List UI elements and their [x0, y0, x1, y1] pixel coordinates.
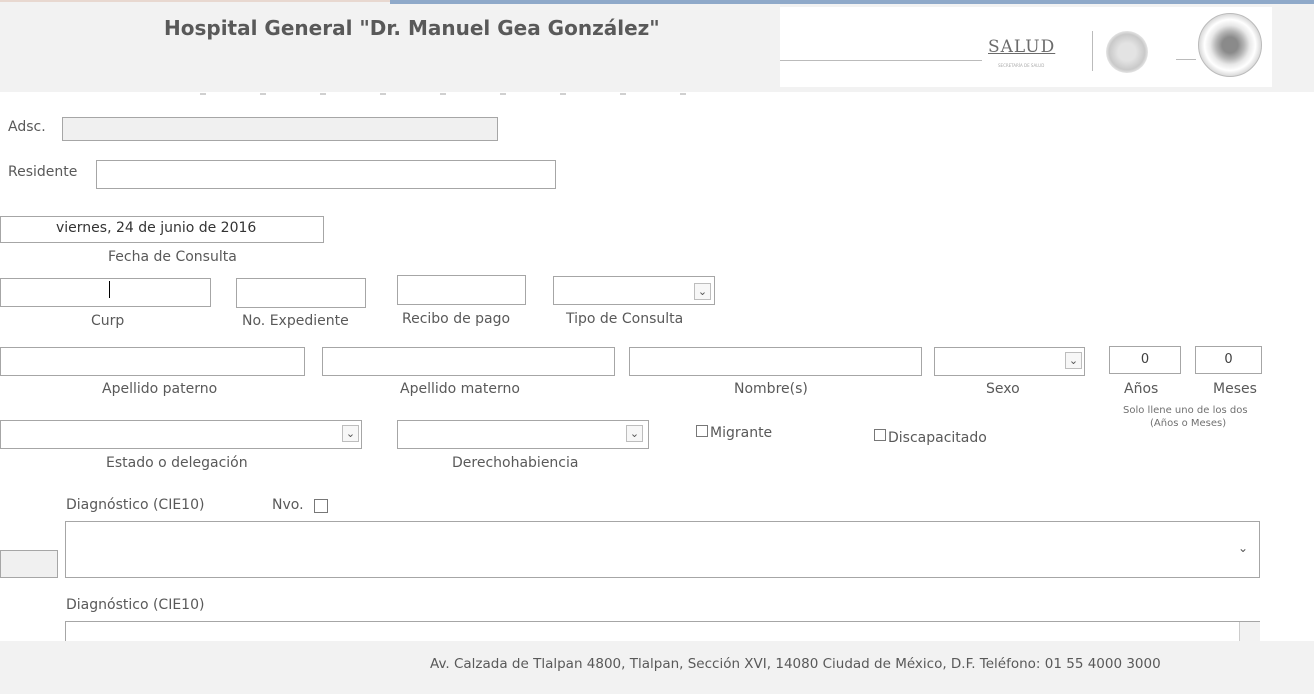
nvo-label: Nvo.	[272, 497, 304, 513]
migrante-checkbox[interactable]	[696, 425, 708, 437]
expediente-field[interactable]	[236, 278, 366, 308]
logo-right-line	[1176, 59, 1196, 60]
residente-label: Residente	[8, 164, 78, 180]
page-title: Hospital General "Dr. Manuel Gea Gonzále…	[164, 16, 660, 40]
anos-label: Años	[1124, 381, 1159, 397]
combo-scroll-button[interactable]	[1239, 622, 1260, 642]
chevron-down-icon[interactable]: ⌄	[1238, 541, 1248, 555]
footer-address: Av. Calzada de Tlalpan 4800, Tlalpan, Se…	[430, 656, 1161, 672]
sexo-select[interactable]	[934, 347, 1085, 376]
chevron-down-icon[interactable]: ⌄	[626, 425, 643, 442]
discapacitado-checkbox[interactable]	[874, 429, 886, 441]
recibo-pago-field[interactable]	[397, 275, 526, 305]
logo-left-line	[780, 60, 982, 61]
adsc-label: Adsc.	[8, 119, 46, 135]
expediente-label: No. Expediente	[242, 313, 349, 329]
estado-delegacion-select[interactable]	[0, 420, 362, 449]
mexico-seal-icon	[1106, 31, 1148, 73]
fecha-consulta-label: Fecha de Consulta	[108, 249, 237, 265]
diagnostico-label: Diagnóstico (CIE10)	[66, 597, 205, 613]
header-accent-line-left	[0, 0, 390, 2]
meses-label: Meses	[1213, 381, 1257, 397]
nvo-checkbox[interactable]	[314, 499, 328, 513]
diagnostico-combo[interactable]	[65, 521, 1260, 578]
nombres-label: Nombre(s)	[734, 381, 808, 397]
meses-field[interactable]: 0	[1195, 346, 1262, 374]
diagnostico-code-field[interactable]	[0, 550, 58, 578]
curp-field[interactable]	[0, 278, 211, 307]
tipo-consulta-select[interactable]	[553, 276, 715, 305]
adsc-field[interactable]	[62, 117, 498, 141]
derechohabiencia-label: Derechohabiencia	[452, 455, 579, 471]
derechohabiencia-select[interactable]	[397, 420, 649, 449]
discapacitado-label: Discapacitado	[888, 430, 987, 446]
text-cursor	[109, 281, 110, 298]
nombres-field[interactable]	[629, 347, 922, 376]
header-accent-line	[390, 0, 1314, 4]
diagnostico-label: Diagnóstico (CIE10)	[66, 497, 205, 513]
salud-logo-subtext: SECRETARÍA DE SALUD	[998, 63, 1045, 68]
hospital-seal-icon	[1198, 13, 1262, 77]
logo-panel: SALUD SECRETARÍA DE SALUD	[780, 7, 1272, 87]
residente-field[interactable]	[96, 160, 556, 189]
chevron-down-icon[interactable]: ⌄	[1065, 352, 1082, 369]
apellido-paterno-label: Apellido paterno	[102, 381, 218, 397]
age-hint-line1: Solo llene uno de los dos	[1123, 405, 1248, 416]
migrante-label: Migrante	[710, 425, 773, 441]
header-shadow-line	[200, 93, 720, 95]
chevron-down-icon[interactable]: ⌄	[342, 425, 359, 442]
age-hint-line2: (Años o Meses)	[1150, 418, 1227, 429]
apellido-paterno-field[interactable]	[0, 347, 305, 376]
anos-field[interactable]: 0	[1109, 346, 1181, 374]
recibo-pago-label: Recibo de pago	[402, 311, 511, 327]
curp-label: Curp	[91, 313, 125, 329]
chevron-down-icon[interactable]: ⌄	[694, 283, 711, 300]
fecha-consulta-value: viernes, 24 de junio de 2016	[56, 220, 257, 236]
salud-logo: SALUD	[988, 37, 1056, 57]
tipo-consulta-label: Tipo de Consulta	[566, 311, 684, 327]
sexo-label: Sexo	[986, 381, 1020, 397]
apellido-materno-field[interactable]	[322, 347, 615, 376]
logo-divider	[1092, 31, 1093, 71]
estado-delegacion-label: Estado o delegación	[106, 455, 248, 471]
apellido-materno-label: Apellido materno	[400, 381, 520, 397]
